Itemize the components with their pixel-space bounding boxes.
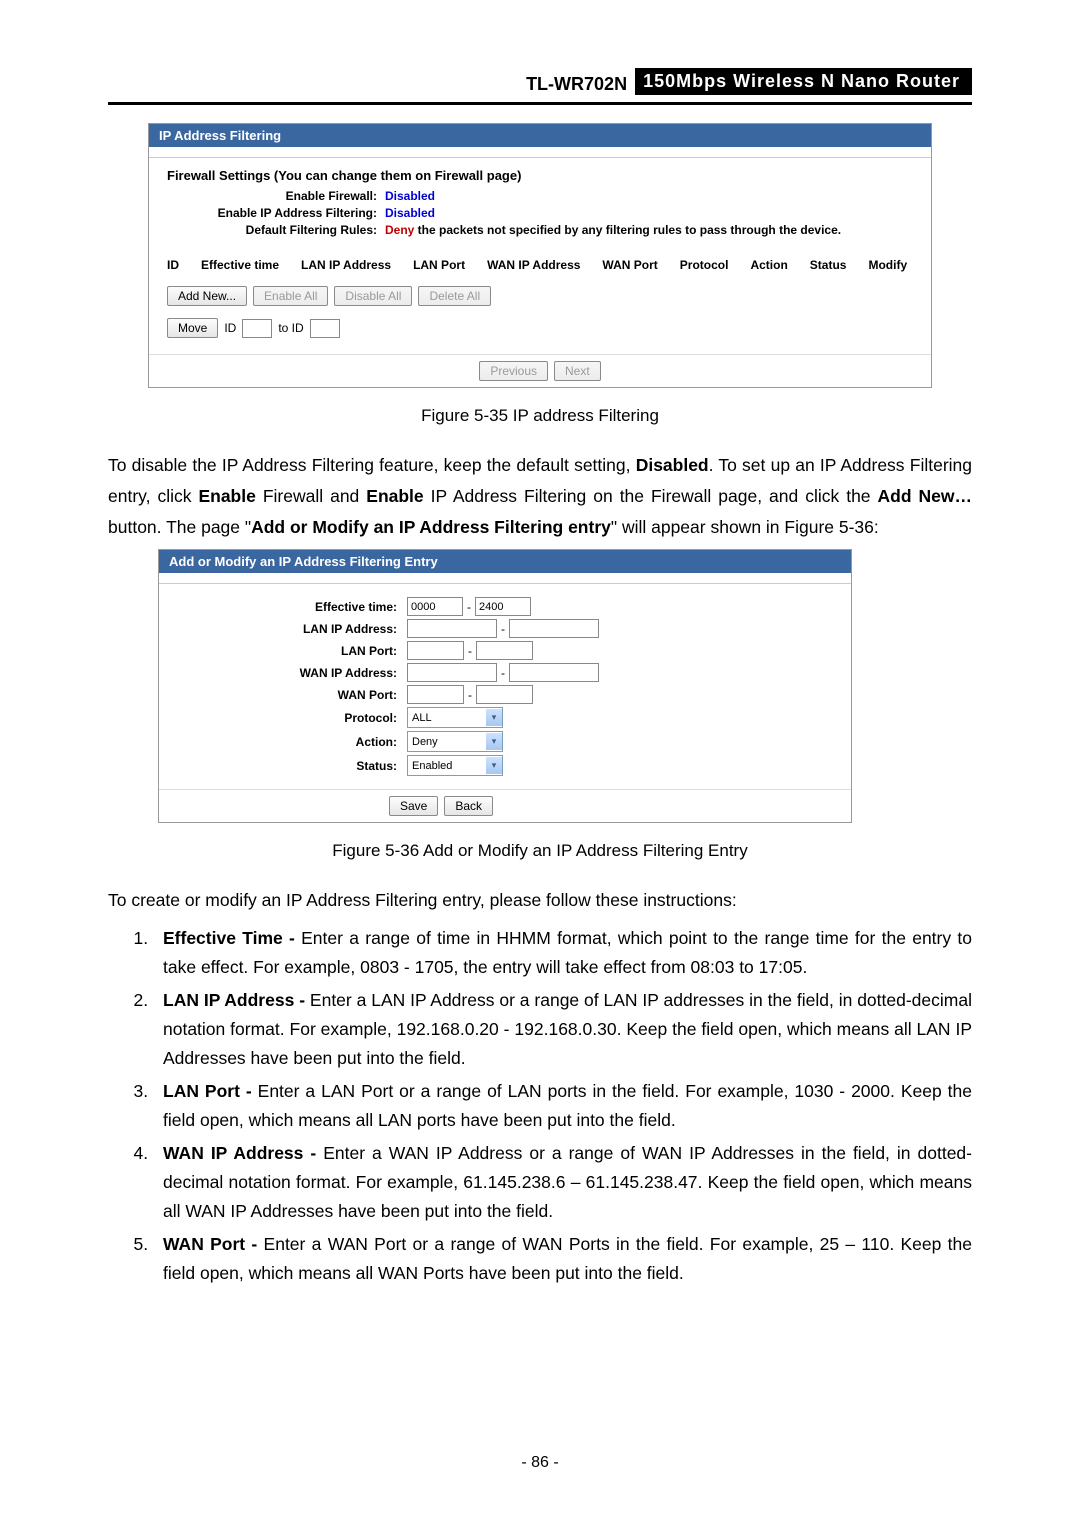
dash-icon: - xyxy=(463,600,475,614)
lan-ip-to-input[interactable] xyxy=(509,619,599,638)
doc-header: TL-WR702N 150Mbps Wireless N Nano Router xyxy=(108,68,972,100)
enable-all-button[interactable]: Enable All xyxy=(253,286,328,306)
col-eff: Effective time xyxy=(201,258,279,272)
row-enable-firewall-value: Disabled xyxy=(385,189,435,203)
instructions-list: Effective Time - Enter a range of time i… xyxy=(108,924,972,1288)
figure-5-35-caption: Figure 5-35 IP address Filtering xyxy=(108,406,972,426)
label-wan-port: WAN Port: xyxy=(177,688,407,702)
list-item: WAN Port - Enter a WAN Port or a range o… xyxy=(153,1230,972,1288)
list-item: LAN IP Address - Enter a LAN IP Address … xyxy=(153,986,972,1073)
lan-ip-from-input[interactable] xyxy=(407,619,497,638)
row-enable-firewall-label: Enable Firewall: xyxy=(167,189,385,203)
dash-icon: - xyxy=(497,622,509,636)
chevron-down-icon: ▾ xyxy=(486,757,502,774)
panel2-sep xyxy=(159,573,851,584)
protocol-select[interactable]: ALL ▾ xyxy=(407,707,503,728)
figure-5-36-caption: Figure 5-36 Add or Modify an IP Address … xyxy=(108,841,972,861)
label-effective-time: Effective time: xyxy=(177,600,407,614)
filter-table-headers: ID Effective time LAN IP Address LAN Por… xyxy=(167,240,913,280)
para-disable-ipfilter: To disable the IP Address Filtering feat… xyxy=(108,450,972,543)
col-protocol: Protocol xyxy=(680,258,729,272)
wan-port-to-input[interactable] xyxy=(476,685,533,704)
wan-ip-to-input[interactable] xyxy=(509,663,599,682)
effective-time-to-input[interactable] xyxy=(475,597,531,616)
save-button[interactable]: Save xyxy=(389,796,438,816)
move-to-input[interactable] xyxy=(310,319,340,338)
row-enable-ipfilter-label: Enable IP Address Filtering: xyxy=(167,206,385,220)
header-rule xyxy=(108,102,972,105)
col-wanip: WAN IP Address xyxy=(487,258,580,272)
list-item: WAN IP Address - Enter a WAN IP Address … xyxy=(153,1139,972,1226)
protocol-value: ALL xyxy=(412,712,432,724)
id-label: ID xyxy=(224,321,236,335)
col-modify: Modify xyxy=(868,258,907,272)
label-action: Action: xyxy=(177,735,407,749)
wan-port-from-input[interactable] xyxy=(407,685,464,704)
row-default-rules-label: Default Filtering Rules: xyxy=(167,223,385,237)
action-value: Deny xyxy=(412,736,438,748)
next-button[interactable]: Next xyxy=(554,361,601,381)
deny-word: Deny xyxy=(385,223,414,237)
deny-rest: the packets not specified by any filteri… xyxy=(414,223,841,237)
instructions-intro: To create or modify an IP Address Filter… xyxy=(108,885,972,916)
dash-icon: - xyxy=(464,644,476,658)
wan-ip-from-input[interactable] xyxy=(407,663,497,682)
previous-button[interactable]: Previous xyxy=(479,361,548,381)
delete-all-button[interactable]: Delete All xyxy=(418,286,491,306)
action-select[interactable]: Deny ▾ xyxy=(407,731,503,752)
add-new-button[interactable]: Add New... xyxy=(167,286,247,306)
list-item: Effective Time - Enter a range of time i… xyxy=(153,924,972,982)
dash-icon: - xyxy=(497,666,509,680)
firewall-settings-heading: Firewall Settings (You can change them o… xyxy=(167,168,913,183)
panel1-sep xyxy=(149,147,931,158)
back-button[interactable]: Back xyxy=(444,796,493,816)
col-wanport: WAN Port xyxy=(602,258,657,272)
panel-add-modify-entry: Add or Modify an IP Address Filtering En… xyxy=(158,549,852,823)
label-protocol: Protocol: xyxy=(177,711,407,725)
dash-icon: - xyxy=(464,688,476,702)
move-button[interactable]: Move xyxy=(167,318,218,338)
chevron-down-icon: ▾ xyxy=(486,733,502,750)
row-default-rules-value: Deny the packets not specified by any fi… xyxy=(385,223,841,237)
col-lanip: LAN IP Address xyxy=(301,258,391,272)
lan-port-from-input[interactable] xyxy=(407,641,464,660)
label-lan-port: LAN Port: xyxy=(177,644,407,658)
page-number: - 86 - xyxy=(0,1454,1080,1472)
label-wan-ip: WAN IP Address: xyxy=(177,666,407,680)
to-id-label: to ID xyxy=(278,321,303,335)
disable-all-button[interactable]: Disable All xyxy=(334,286,412,306)
panel-ip-filtering: IP Address Filtering Firewall Settings (… xyxy=(148,123,932,388)
doc-model: TL-WR702N xyxy=(518,74,635,95)
status-select[interactable]: Enabled ▾ xyxy=(407,755,503,776)
label-status: Status: xyxy=(177,759,407,773)
move-from-input[interactable] xyxy=(242,319,272,338)
chevron-down-icon: ▾ xyxy=(486,709,502,726)
row-enable-ipfilter-value: Disabled xyxy=(385,206,435,220)
effective-time-from-input[interactable] xyxy=(407,597,463,616)
lan-port-to-input[interactable] xyxy=(476,641,533,660)
label-lan-ip: LAN IP Address: xyxy=(177,622,407,636)
col-status: Status xyxy=(810,258,847,272)
col-lanport: LAN Port xyxy=(413,258,465,272)
doc-desc: 150Mbps Wireless N Nano Router xyxy=(635,68,972,95)
col-action: Action xyxy=(750,258,787,272)
col-id: ID xyxy=(167,258,179,272)
status-value: Enabled xyxy=(412,760,452,772)
panel1-title: IP Address Filtering xyxy=(149,124,931,147)
panel2-title: Add or Modify an IP Address Filtering En… xyxy=(159,550,851,573)
list-item: LAN Port - Enter a LAN Port or a range o… xyxy=(153,1077,972,1135)
